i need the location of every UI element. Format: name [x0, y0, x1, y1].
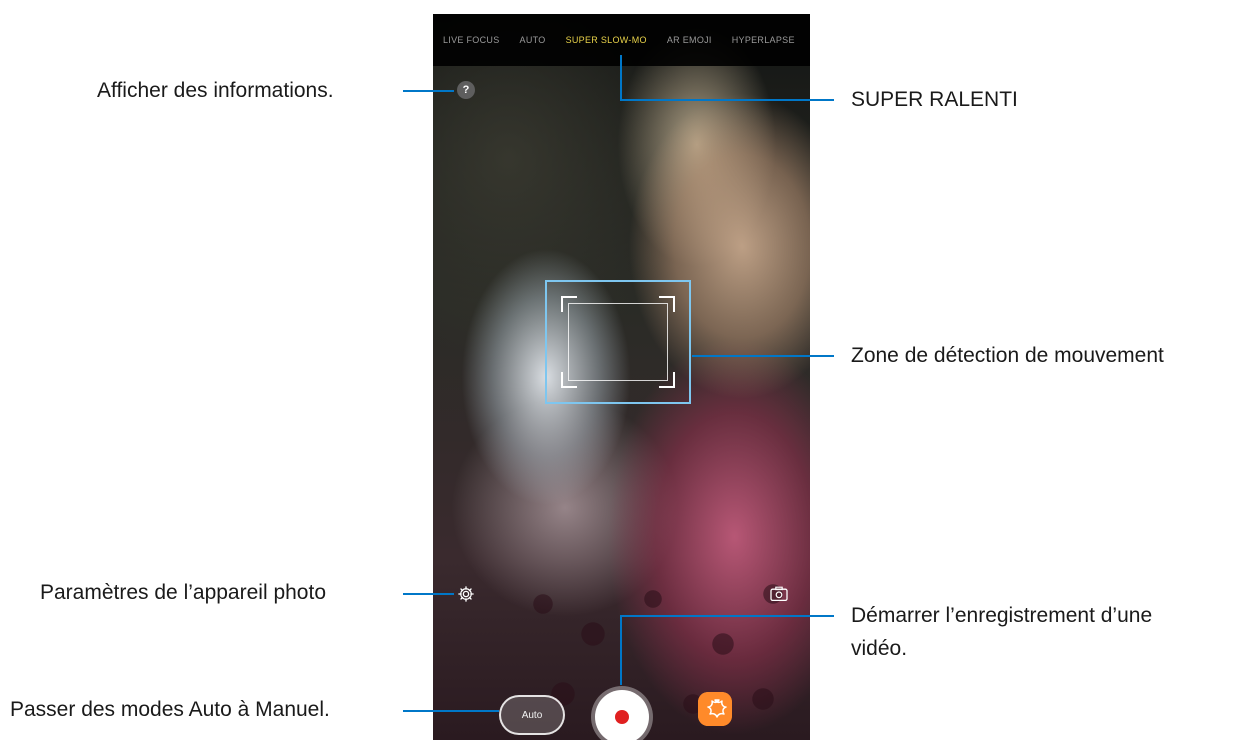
- label-super-slow: SUPER RALENTI: [851, 88, 1018, 111]
- bixby-vision-icon[interactable]: [698, 692, 732, 726]
- question-circle-icon[interactable]: ?: [457, 81, 475, 99]
- corner-handle-bottom-left[interactable]: [561, 372, 577, 388]
- corner-handle-bottom-right[interactable]: [659, 372, 675, 388]
- corner-handle-top-left[interactable]: [561, 296, 577, 312]
- motion-frame: [568, 303, 668, 381]
- label-show-info: Afficher des informations.: [97, 79, 334, 102]
- switch-camera-icon[interactable]: [769, 586, 789, 602]
- mode-tab-hyperlapse[interactable]: HYPERLAPSE: [722, 35, 805, 45]
- record-dot-icon: [615, 710, 629, 724]
- callout-line-info: [403, 90, 454, 92]
- callout-line-super-slow-h: [620, 99, 834, 101]
- mode-tab-auto[interactable]: AUTO: [510, 35, 556, 45]
- gear-icon[interactable]: [457, 585, 475, 603]
- corner-handle-top-right[interactable]: [659, 296, 675, 312]
- callout-line-super-slow-v: [620, 55, 622, 101]
- label-motion-zone: Zone de détection de mouvement: [851, 344, 1164, 367]
- label-camera-settings: Paramètres de l’appareil photo: [40, 581, 327, 604]
- label-start-recording-2: vidéo.: [851, 637, 908, 660]
- callout-line-auto-manual: [403, 710, 499, 712]
- mode-tab-live-focus[interactable]: LIVE FOCUS: [433, 35, 510, 45]
- callout-line-settings: [403, 593, 454, 595]
- auto-manual-toggle[interactable]: Auto: [499, 695, 565, 735]
- label-auto-manual: Passer des modes Auto à Manuel.: [10, 698, 330, 721]
- callout-line-motion-zone: [692, 355, 834, 357]
- label-start-recording-1: Démarrer l’enregistrement d’une: [851, 604, 1153, 627]
- mode-tab-ar-emoji[interactable]: AR EMOJI: [657, 35, 722, 45]
- mode-tab-super-slow-mo[interactable]: SUPER SLOW-MO: [556, 35, 657, 45]
- callout-line-record-h: [620, 615, 834, 617]
- motion-detection-zone[interactable]: [545, 280, 691, 404]
- record-button[interactable]: [595, 690, 649, 740]
- callout-line-record-v: [620, 615, 622, 685]
